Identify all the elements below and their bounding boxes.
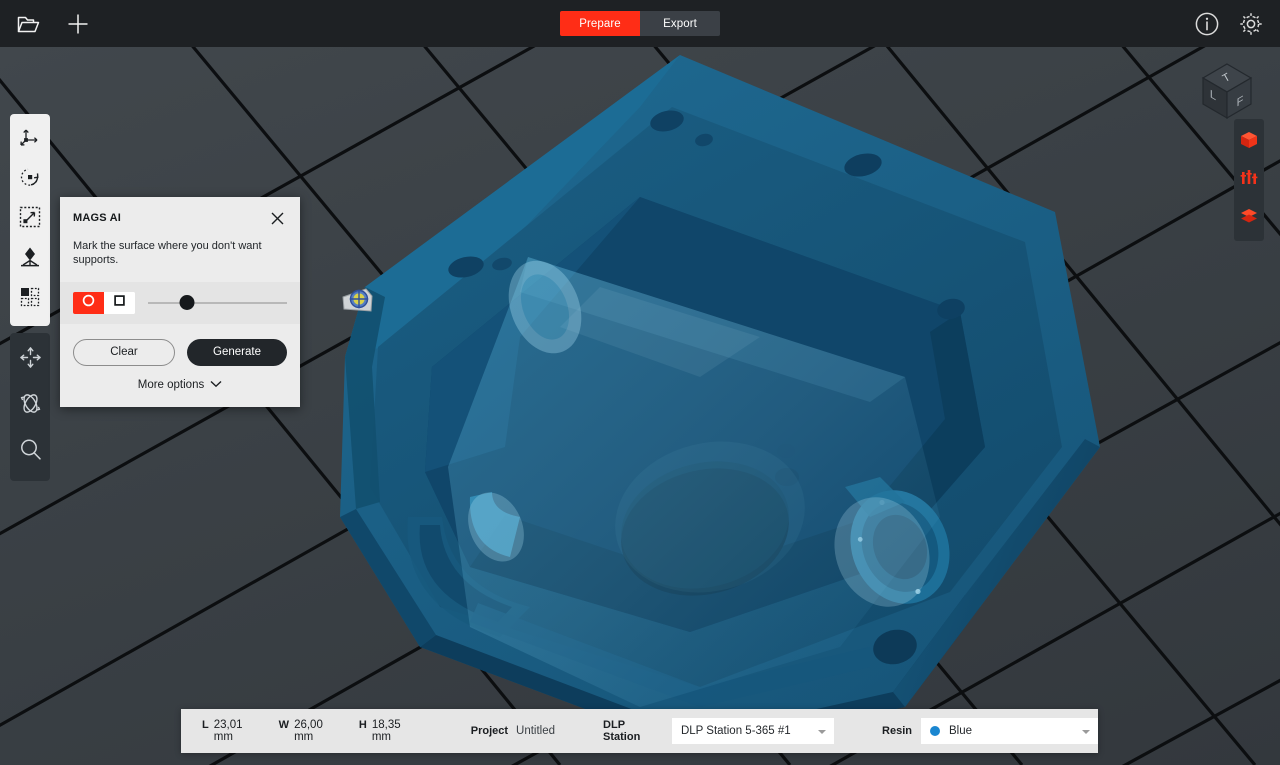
resin-color-swatch	[930, 726, 940, 736]
move-axes-icon	[18, 125, 42, 154]
generate-button[interactable]: Generate	[187, 338, 287, 366]
circle-icon	[82, 294, 95, 312]
brush-size-slider[interactable]	[148, 294, 287, 312]
clear-button[interactable]: Clear	[73, 338, 175, 366]
dlp-station-label: DLP Station	[603, 719, 641, 743]
dialog-title: MAGS AI	[73, 212, 122, 224]
brush-settings-row	[60, 281, 300, 324]
orbit-icon	[18, 391, 43, 421]
grid-array-icon	[18, 285, 42, 314]
dimension-width-value: 26,00 mm	[294, 719, 323, 743]
application-window: Prepare Export T L F MAGS AI Mark the su…	[0, 0, 1280, 765]
magnifier-icon	[18, 437, 43, 467]
resin-select[interactable]: Blue	[921, 718, 1098, 744]
dialog-header: MAGS AI	[60, 197, 300, 227]
scale-icon	[18, 205, 42, 234]
orbit-tool-button[interactable]	[12, 385, 48, 427]
square-icon	[113, 294, 126, 312]
more-options-label: More options	[137, 378, 205, 391]
square-brush-button[interactable]	[104, 291, 135, 314]
view-cube[interactable]: T L F	[1198, 60, 1256, 127]
resin-group: Resin Blue	[882, 718, 1098, 744]
slider-track	[148, 301, 287, 304]
folder-open-icon[interactable]	[13, 9, 43, 39]
cube-icon	[1239, 130, 1259, 155]
tab-export[interactable]: Export	[640, 11, 720, 36]
project-label: Project	[470, 725, 509, 737]
dialog-description: Mark the surface where you don't want su…	[73, 240, 262, 267]
resin-label: Resin	[882, 725, 912, 737]
left-toolbar-navigation	[10, 333, 50, 481]
right-toolbar-visibility	[1234, 119, 1264, 241]
dimension-length: L 23,01 mm	[202, 719, 263, 743]
supports-icon	[1239, 168, 1259, 193]
project-group: Project Untitled	[471, 725, 555, 737]
more-options-toggle[interactable]: More options	[60, 366, 300, 407]
3d-viewport[interactable]: T L F MAGS AI Mark the surface where you…	[0, 47, 1280, 765]
slider-thumb[interactable]	[179, 295, 195, 311]
pan-arrows-icon	[18, 345, 43, 375]
layers-icon	[1239, 208, 1259, 229]
dlp-station-group: DLP Station DLP Station 5-365 #1	[603, 718, 835, 744]
show-slices-toggle[interactable]	[1235, 201, 1263, 235]
supports-icon	[18, 245, 42, 274]
dimension-width: W 26,00 mm	[279, 719, 343, 743]
mode-tab-group: Prepare Export	[560, 11, 720, 36]
rotate-tool-button[interactable]	[12, 160, 48, 198]
project-name[interactable]: Untitled	[516, 725, 555, 737]
dimensions-group: L 23,01 mm W 26,00 mm H 18,35 mm	[181, 719, 421, 743]
round-brush-button[interactable]	[73, 291, 104, 314]
close-icon[interactable]	[268, 209, 286, 227]
resin-value: Blue	[949, 725, 973, 737]
dimension-length-value: 23,01 mm	[213, 719, 243, 743]
top-toolbar: Prepare Export	[0, 0, 1280, 47]
dimension-height: H 18,35 mm	[359, 719, 421, 743]
dialog-actions: Clear Generate	[60, 324, 300, 366]
show-model-toggle[interactable]	[1235, 125, 1263, 159]
chevron-down-icon	[818, 730, 827, 734]
topbar-right-group	[1192, 0, 1266, 47]
dlp-station-value: DLP Station 5-365 #1	[680, 725, 791, 737]
brush-cursor-marker	[342, 288, 373, 312]
chevron-down-icon	[210, 379, 222, 391]
topbar-left-group	[0, 9, 93, 39]
plus-icon[interactable]	[63, 9, 93, 39]
info-icon[interactable]	[1192, 9, 1222, 39]
dlp-station-select[interactable]: DLP Station 5-365 #1	[671, 718, 835, 744]
tab-prepare[interactable]: Prepare	[560, 11, 640, 36]
scale-tool-button[interactable]	[12, 200, 48, 238]
rotate-icon	[18, 165, 42, 194]
supports-tool-button[interactable]	[12, 240, 48, 278]
chevron-down-icon	[1082, 730, 1090, 734]
zoom-tool-button[interactable]	[12, 431, 48, 473]
dimension-height-axis: H	[358, 719, 367, 731]
show-supports-toggle[interactable]	[1235, 163, 1263, 197]
dimension-height-value: 18,35 mm	[371, 719, 401, 743]
duplicate-tool-button[interactable]	[12, 280, 48, 318]
status-bar: L 23,01 mm W 26,00 mm H 18,35 mm Project…	[181, 709, 1098, 753]
left-toolbar-transform	[10, 114, 50, 326]
gear-icon[interactable]	[1236, 9, 1266, 39]
pan-tool-button[interactable]	[12, 339, 48, 381]
move-tool-button[interactable]	[12, 120, 48, 158]
dimension-width-axis: W	[278, 719, 290, 731]
dimension-length-axis: L	[202, 719, 209, 731]
mags-ai-dialog: MAGS AI Mark the surface where you don't…	[60, 197, 300, 407]
brush-shape-group	[73, 291, 135, 314]
